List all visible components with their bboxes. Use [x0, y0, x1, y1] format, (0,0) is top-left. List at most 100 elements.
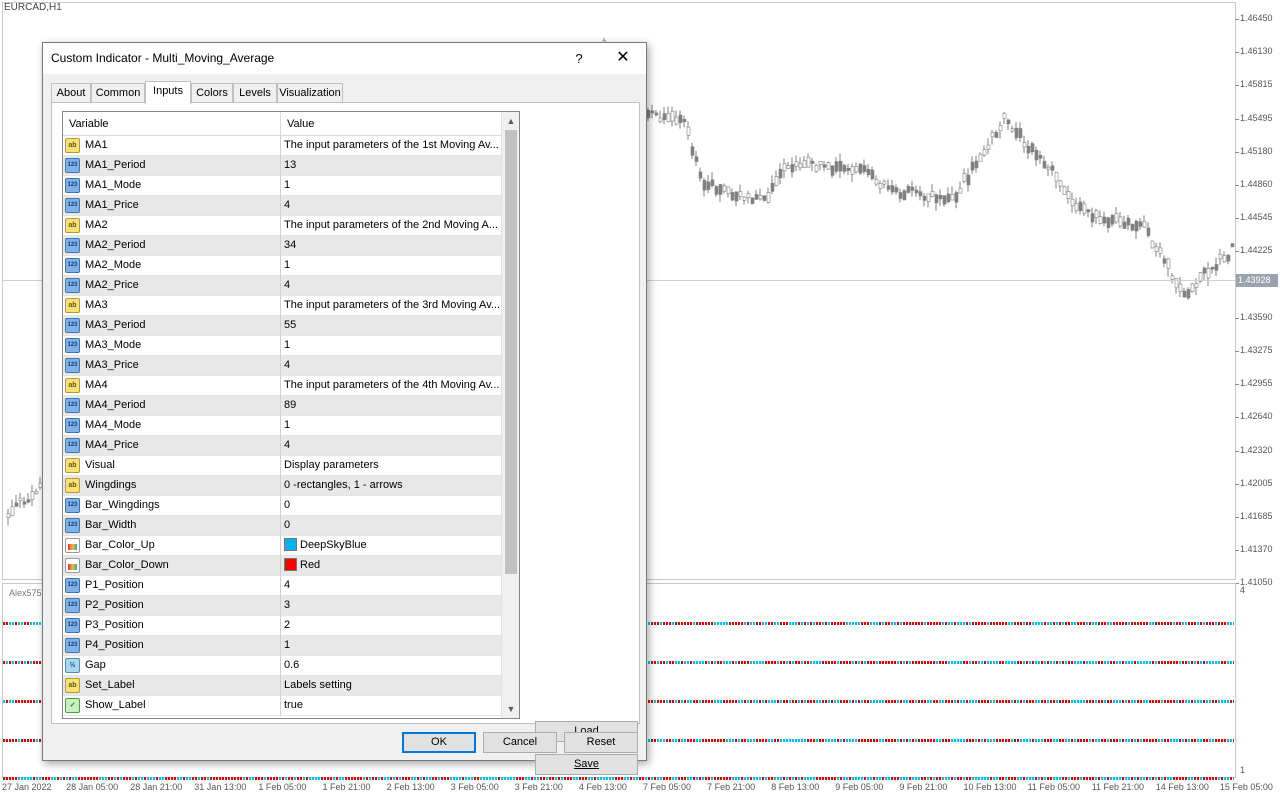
- candle: [1202, 266, 1207, 281]
- param-row-bar-color-down[interactable]: Bar_Color_Down Red: [63, 556, 501, 576]
- tab-inputs[interactable]: Inputs: [145, 81, 191, 104]
- candle: [10, 499, 15, 517]
- param-row-ma1-period[interactable]: 123 MA1_Period 13: [63, 156, 501, 176]
- param-value-cell[interactable]: 89: [281, 396, 501, 416]
- param-row-ma4-period[interactable]: 123 MA4_Period 89: [63, 396, 501, 416]
- scroll-up-arrow-icon[interactable]: ▲: [502, 112, 519, 130]
- param-row-ma4-price[interactable]: 123 MA4_Price 4: [63, 436, 501, 456]
- save-button[interactable]: Save: [535, 754, 638, 775]
- time-tick-label: 9 Feb 21:00: [899, 782, 948, 792]
- close-button[interactable]: ✕: [601, 43, 645, 74]
- param-value-cell[interactable]: 1: [281, 636, 501, 656]
- param-value-cell[interactable]: The input parameters of the 1st Moving A…: [281, 136, 501, 156]
- param-value-cell[interactable]: 0: [281, 496, 501, 516]
- time-axis[interactable]: 27 Jan 2022 28 Jan 05:00 28 Jan 21:00 31 Ja…: [0, 778, 1280, 800]
- time-tick-label: 1 Feb 05:00: [258, 782, 307, 792]
- reset-button[interactable]: Reset: [564, 732, 638, 753]
- param-value-cell[interactable]: 0.6: [281, 656, 501, 676]
- param-row-bar-wingdings[interactable]: 123 Bar_Wingdings 0: [63, 496, 501, 516]
- param-row-ma1-price[interactable]: 123 MA1_Price 4: [63, 196, 501, 216]
- candle: [838, 153, 843, 179]
- param-value-cell[interactable]: 1: [281, 336, 501, 356]
- param-row-wingdings[interactable]: ab Wingdings 0 -rectangles, 1 - arrows: [63, 476, 501, 496]
- param-value-cell[interactable]: 1: [281, 416, 501, 436]
- param-row-p4-position[interactable]: 123 P4_Position 1: [63, 636, 501, 656]
- param-value-cell[interactable]: 4: [281, 576, 501, 596]
- param-row-gap[interactable]: ½ Gap 0.6: [63, 656, 501, 676]
- param-value-cell[interactable]: Red: [281, 556, 501, 576]
- param-value-cell[interactable]: 4: [281, 436, 501, 456]
- grid-scrollbar[interactable]: ▲ ▼: [501, 112, 519, 718]
- param-row-ma1[interactable]: ab MA1 The input parameters of the 1st Mov…: [63, 136, 501, 156]
- param-row-visual[interactable]: ab Visual Display parameters: [63, 456, 501, 476]
- param-row-ma2[interactable]: ab MA2 The input parameters of the 2nd Mov…: [63, 216, 501, 236]
- candle: [18, 492, 23, 508]
- param-value-cell[interactable]: 55: [281, 316, 501, 336]
- param-name-cell: 123 Bar_Wingdings: [63, 496, 281, 516]
- param-row-bar-width[interactable]: 123 Bar_Width 0: [63, 516, 501, 536]
- param-value-cell[interactable]: 0: [281, 516, 501, 536]
- param-value-cell[interactable]: The input parameters of the 4th Moving A…: [281, 376, 501, 396]
- tab-levels[interactable]: Levels: [233, 83, 277, 103]
- scroll-down-arrow-icon[interactable]: ▼: [502, 700, 519, 718]
- param-row-p1-position[interactable]: 123 P1_Position 4: [63, 576, 501, 596]
- param-value-cell[interactable]: 4: [281, 276, 501, 296]
- param-value-cell[interactable]: 2: [281, 616, 501, 636]
- param-value-cell[interactable]: 13: [281, 156, 501, 176]
- param-name-cell: 123 MA1_Price: [63, 196, 281, 216]
- param-value-cell[interactable]: DeepSkyBlue: [281, 536, 501, 556]
- param-row-set-label[interactable]: ab Set_Label Labels setting: [63, 676, 501, 696]
- param-row-ma3[interactable]: ab MA3 The input parameters of the 3rd Mov…: [63, 296, 501, 316]
- ok-button[interactable]: OK: [402, 732, 476, 753]
- candle: [970, 156, 975, 174]
- param-row-ma1-mode[interactable]: 123 MA1_Mode 1: [63, 176, 501, 196]
- scroll-thumb[interactable]: [505, 130, 517, 574]
- param-row-p3-position[interactable]: 123 P3_Position 2: [63, 616, 501, 636]
- param-row-ma2-mode[interactable]: 123 MA2_Mode 1: [63, 256, 501, 276]
- candle: [790, 157, 795, 178]
- dialog-titlebar[interactable]: Custom Indicator - Multi_Moving_Average …: [43, 43, 646, 74]
- tab-about[interactable]: About: [51, 83, 91, 103]
- param-row-show-label[interactable]: ✓ Show_Label true: [63, 696, 501, 716]
- param-row-ma3-period[interactable]: 123 MA3_Period 55: [63, 316, 501, 336]
- tab-visualization[interactable]: Visualization: [277, 83, 343, 103]
- param-value-cell[interactable]: 0 -rectangles, 1 - arrows: [281, 476, 501, 496]
- integer-type-icon: 123: [65, 358, 80, 373]
- param-row-ma4[interactable]: ab MA4 The input parameters of the 4th Mov…: [63, 376, 501, 396]
- param-value-cell[interactable]: The input parameters of the 2nd Moving A…: [281, 216, 501, 236]
- inputs-grid[interactable]: Variable Value ab MA1 The input parameters…: [62, 111, 520, 719]
- param-row-ma2-period[interactable]: 123 MA2_Period 34: [63, 236, 501, 256]
- column-header-variable[interactable]: Variable: [63, 112, 281, 136]
- param-value: 1: [284, 259, 291, 271]
- param-value-cell[interactable]: 1: [281, 176, 501, 196]
- param-value-cell[interactable]: 1: [281, 256, 501, 276]
- param-value-cell[interactable]: 4: [281, 356, 501, 376]
- candle: [6, 508, 11, 526]
- help-button[interactable]: ?: [563, 43, 595, 74]
- column-header-value[interactable]: Value: [281, 112, 501, 136]
- param-value-cell[interactable]: Labels setting: [281, 676, 501, 696]
- integer-type-icon: 123: [65, 638, 80, 653]
- param-value-cell[interactable]: 4: [281, 196, 501, 216]
- param-value-cell[interactable]: true: [281, 696, 501, 716]
- color-type-icon: [65, 538, 80, 553]
- price-axis[interactable]: 1.46450 1.46130 1.45815 1.45495 1.45180 1.448…: [1235, 2, 1280, 587]
- param-value-cell[interactable]: The input parameters of the 3rd Moving A…: [281, 296, 501, 316]
- param-row-bar-color-up[interactable]: Bar_Color_Up DeepSkyBlue: [63, 536, 501, 556]
- candle: [886, 179, 891, 192]
- candle: [678, 110, 683, 129]
- param-value-cell[interactable]: Display parameters: [281, 456, 501, 476]
- param-name-cell: 123 MA1_Mode: [63, 176, 281, 196]
- param-row-p2-position[interactable]: 123 P2_Position 3: [63, 596, 501, 616]
- tab-colors[interactable]: Colors: [191, 83, 233, 103]
- param-row-ma2-price[interactable]: 123 MA2_Price 4: [63, 276, 501, 296]
- param-value-cell[interactable]: 3: [281, 596, 501, 616]
- param-value-cell[interactable]: 34: [281, 236, 501, 256]
- tab-common[interactable]: Common: [91, 83, 145, 103]
- cancel-button[interactable]: Cancel: [483, 732, 557, 753]
- candle: [738, 184, 743, 200]
- param-row-ma4-mode[interactable]: 123 MA4_Mode 1: [63, 416, 501, 436]
- param-row-ma3-price[interactable]: 123 MA3_Price 4: [63, 356, 501, 376]
- param-name: Bar_Wingdings: [85, 499, 160, 511]
- param-row-ma3-mode[interactable]: 123 MA3_Mode 1: [63, 336, 501, 356]
